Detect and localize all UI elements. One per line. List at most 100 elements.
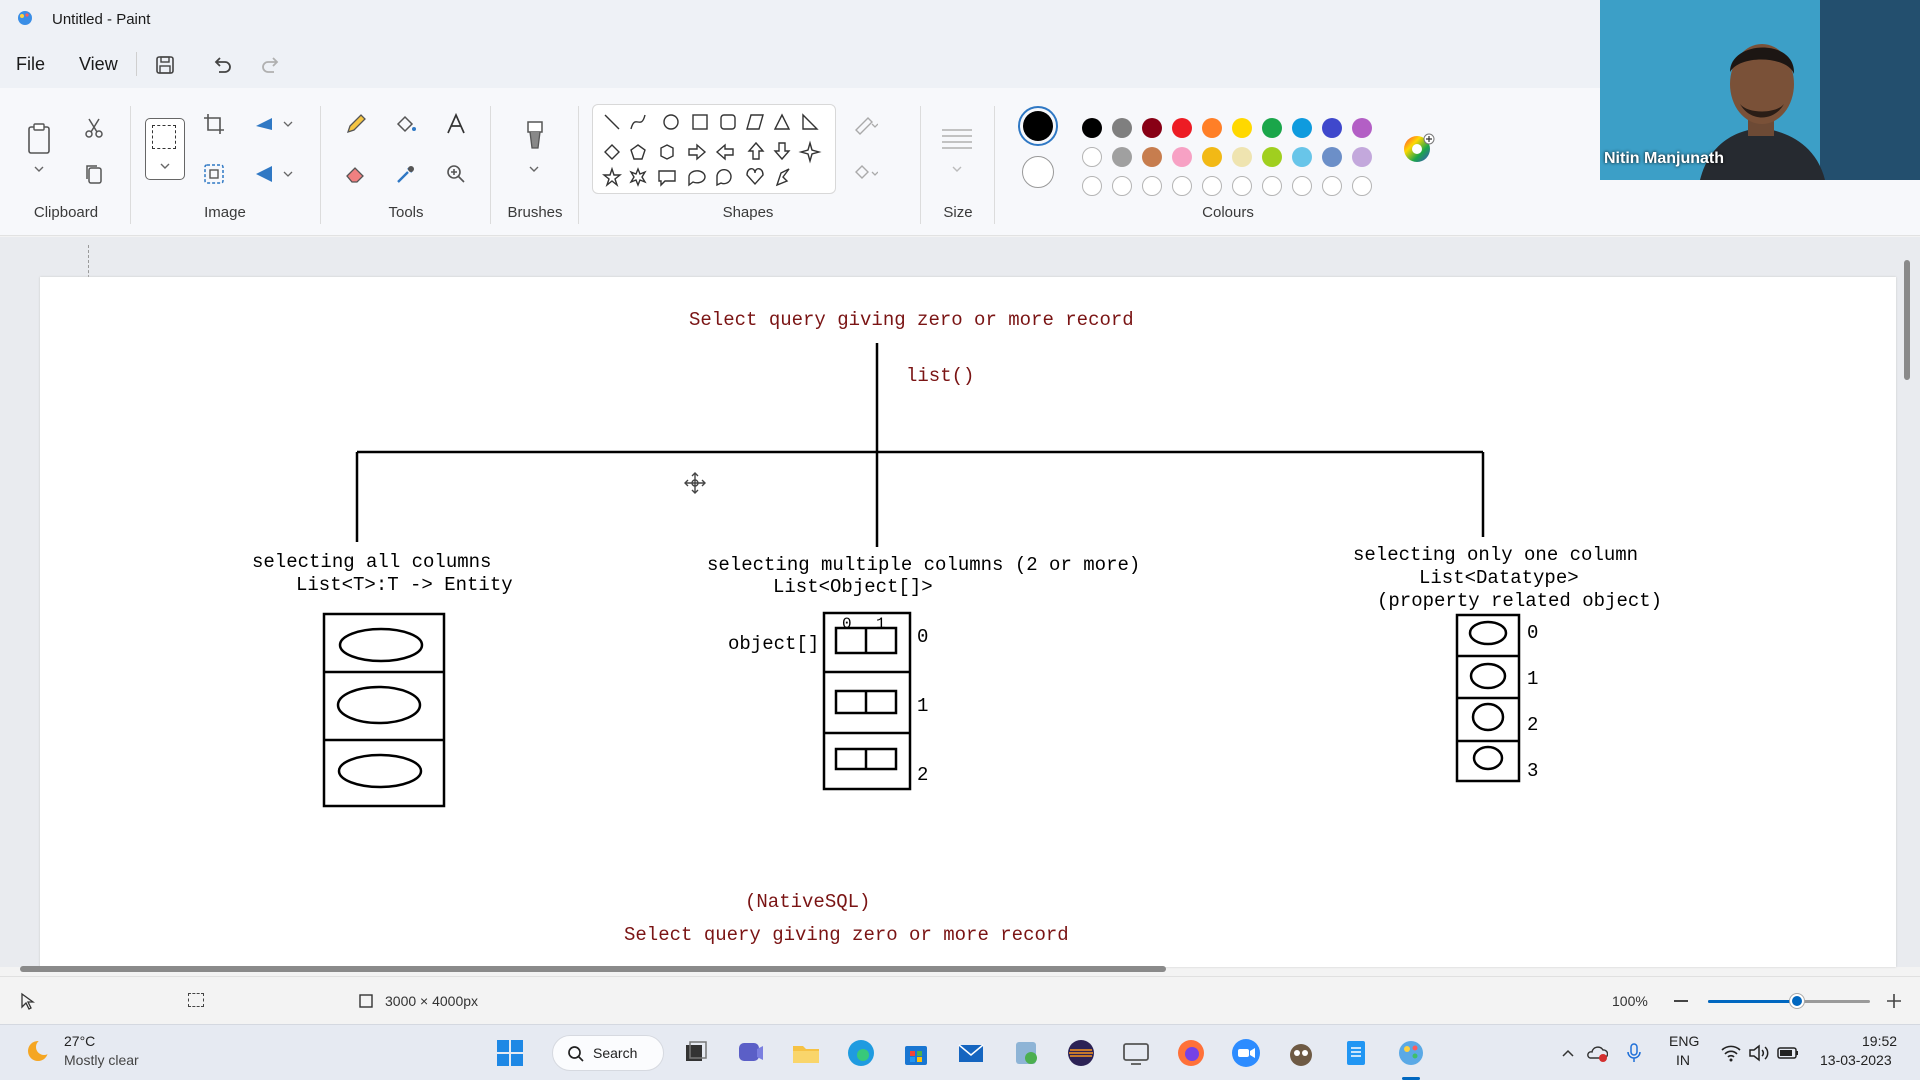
flip-icon[interactable] bbox=[252, 162, 276, 186]
size-icon[interactable] bbox=[940, 126, 974, 152]
primary-colour-button[interactable] bbox=[1018, 106, 1058, 146]
colour-swatch[interactable] bbox=[1262, 147, 1282, 167]
shapes-gallery-icons[interactable] bbox=[593, 105, 837, 195]
weather-icon[interactable] bbox=[24, 1035, 56, 1067]
undo-icon[interactable] bbox=[209, 52, 235, 78]
weather-description[interactable]: Mostly clear bbox=[64, 1052, 139, 1068]
file-explorer-icon[interactable] bbox=[790, 1037, 822, 1069]
colour-swatch[interactable] bbox=[1232, 118, 1252, 138]
colour-swatch[interactable] bbox=[1352, 147, 1372, 167]
text-icon[interactable] bbox=[444, 112, 468, 136]
copy-icon[interactable] bbox=[82, 162, 106, 186]
snipping-tool-icon[interactable] bbox=[1120, 1037, 1152, 1069]
paste-chevron-icon[interactable] bbox=[32, 162, 46, 176]
taskbar-search-box[interactable]: Search bbox=[552, 1035, 664, 1071]
magnifier-icon[interactable] bbox=[444, 162, 468, 186]
colour-swatch[interactable] bbox=[1172, 147, 1192, 167]
zoom-slider[interactable] bbox=[1708, 994, 1870, 1008]
canvas-workspace[interactable]: Select query giving zero or more record … bbox=[0, 237, 1920, 967]
empty-colour-swatch[interactable] bbox=[1322, 176, 1342, 196]
paste-icon[interactable] bbox=[24, 122, 56, 156]
task-view-icon[interactable] bbox=[680, 1037, 712, 1069]
empty-colour-swatch[interactable] bbox=[1232, 176, 1252, 196]
colour-swatch[interactable] bbox=[1112, 118, 1132, 138]
firefox-icon[interactable] bbox=[1175, 1037, 1207, 1069]
mail-icon[interactable] bbox=[955, 1037, 987, 1069]
resize-icon[interactable] bbox=[202, 162, 226, 186]
onedrive-icon[interactable] bbox=[1586, 1043, 1608, 1063]
empty-colour-swatch[interactable] bbox=[1172, 176, 1192, 196]
clock-date[interactable]: 13-03-2023 bbox=[1820, 1052, 1892, 1068]
microsoft-store-icon[interactable] bbox=[900, 1037, 932, 1069]
rotate-icon[interactable] bbox=[252, 112, 276, 136]
volume-icon[interactable] bbox=[1748, 1043, 1770, 1063]
zoom-in-icon[interactable] bbox=[1886, 993, 1902, 1009]
colour-picker-icon[interactable] bbox=[394, 162, 418, 186]
size-chevron-icon[interactable] bbox=[950, 162, 964, 176]
colour-swatch[interactable] bbox=[1292, 147, 1312, 167]
redo-icon[interactable] bbox=[258, 52, 284, 78]
colour-swatch[interactable] bbox=[1292, 118, 1312, 138]
colour-swatch[interactable] bbox=[1142, 147, 1162, 167]
wifi-icon[interactable] bbox=[1720, 1043, 1742, 1063]
colour-swatch[interactable] bbox=[1322, 147, 1342, 167]
colour-swatch[interactable] bbox=[1262, 118, 1282, 138]
empty-colour-swatch[interactable] bbox=[1082, 147, 1102, 167]
colour-swatch[interactable] bbox=[1112, 147, 1132, 167]
edge-browser-icon[interactable] bbox=[845, 1037, 877, 1069]
vertical-scrollbar[interactable] bbox=[1904, 260, 1910, 380]
clock-time[interactable]: 19:52 bbox=[1862, 1033, 1897, 1049]
battery-icon[interactable] bbox=[1776, 1043, 1800, 1063]
paint-taskbar-icon[interactable] bbox=[1395, 1037, 1427, 1069]
empty-colour-swatch[interactable] bbox=[1202, 176, 1222, 196]
zoom-out-icon[interactable] bbox=[1674, 1000, 1688, 1002]
shape-fill-icon[interactable] bbox=[852, 162, 878, 184]
empty-colour-swatch[interactable] bbox=[1082, 176, 1102, 196]
edit-colours-icon[interactable] bbox=[1402, 132, 1436, 166]
colour-swatch[interactable] bbox=[1202, 118, 1222, 138]
horizontal-scrollbar[interactable] bbox=[20, 966, 1166, 972]
teams-chat-icon[interactable] bbox=[735, 1037, 767, 1069]
brush-chevron-icon[interactable] bbox=[527, 162, 541, 176]
eraser-icon[interactable] bbox=[344, 162, 368, 186]
colour-swatch[interactable] bbox=[1172, 118, 1192, 138]
menu-file[interactable]: File bbox=[16, 54, 45, 75]
secondary-colour-button[interactable] bbox=[1022, 156, 1054, 188]
empty-colour-swatch[interactable] bbox=[1292, 176, 1312, 196]
cut-icon[interactable] bbox=[82, 116, 106, 140]
colour-swatch[interactable] bbox=[1352, 118, 1372, 138]
microphone-icon[interactable] bbox=[1626, 1042, 1642, 1064]
drawing-canvas[interactable]: Select query giving zero or more record … bbox=[40, 277, 1896, 967]
photos-icon[interactable] bbox=[1010, 1037, 1042, 1069]
save-icon[interactable] bbox=[152, 52, 178, 78]
eclipse-icon[interactable] bbox=[1065, 1037, 1097, 1069]
colour-swatch[interactable] bbox=[1142, 118, 1162, 138]
group-label-shapes: Shapes bbox=[722, 204, 774, 221]
empty-colour-swatch[interactable] bbox=[1262, 176, 1282, 196]
rotate-chevron-icon[interactable] bbox=[282, 118, 294, 130]
empty-colour-swatch[interactable] bbox=[1352, 176, 1372, 196]
empty-colour-swatch[interactable] bbox=[1112, 176, 1132, 196]
input-language[interactable]: ENG bbox=[1669, 1033, 1699, 1049]
outline-icon[interactable] bbox=[852, 114, 878, 136]
notepad-icon[interactable] bbox=[1340, 1037, 1372, 1069]
crop-icon[interactable] bbox=[202, 112, 226, 136]
pencil-icon[interactable] bbox=[344, 112, 368, 136]
colour-swatch[interactable] bbox=[1322, 118, 1342, 138]
select-button[interactable] bbox=[145, 118, 185, 180]
menu-view[interactable]: View bbox=[79, 54, 118, 75]
zoom-meetings-icon[interactable] bbox=[1230, 1037, 1262, 1069]
zoom-slider-thumb[interactable] bbox=[1790, 994, 1805, 1008]
windows-start-icon[interactable] bbox=[494, 1037, 526, 1069]
colour-swatch[interactable] bbox=[1082, 118, 1102, 138]
weather-temperature[interactable]: 27°C bbox=[64, 1033, 95, 1049]
colour-swatch[interactable] bbox=[1232, 147, 1252, 167]
input-region[interactable]: IN bbox=[1676, 1052, 1690, 1068]
show-hidden-icons-chevron[interactable] bbox=[1560, 1045, 1576, 1061]
brush-icon[interactable] bbox=[520, 118, 550, 154]
empty-colour-swatch[interactable] bbox=[1142, 176, 1162, 196]
colour-swatch[interactable] bbox=[1202, 147, 1222, 167]
gimp-icon[interactable] bbox=[1285, 1037, 1317, 1069]
fill-icon[interactable] bbox=[394, 112, 418, 136]
flip-chevron-icon[interactable] bbox=[282, 168, 294, 180]
